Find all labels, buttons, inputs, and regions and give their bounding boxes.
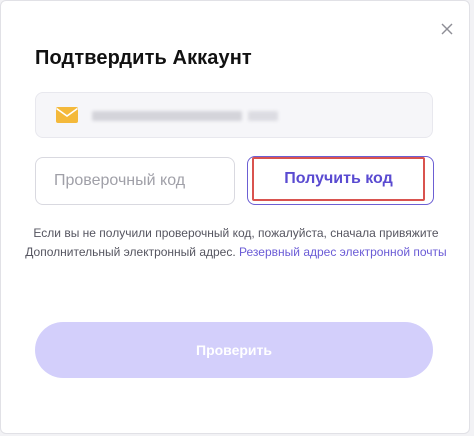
close-button[interactable] [438, 20, 456, 38]
get-code-button[interactable]: Получить код [247, 156, 434, 205]
get-code-button-label: Получить код [252, 157, 425, 201]
backup-email-link[interactable]: Резервный адрес электронной почты [239, 245, 447, 259]
dialog-title: Подтвердить Аккаунт [35, 47, 252, 69]
verification-code-input[interactable] [35, 157, 235, 205]
help-text-block: Если вы не получили проверочный код, пож… [25, 224, 447, 262]
close-icon [441, 23, 453, 35]
masked-email-value [92, 111, 242, 121]
verify-account-dialog: Подтвердить Аккаунт Получить код Если вы… [0, 0, 470, 434]
verify-button[interactable]: Проверить [35, 322, 433, 378]
mail-icon [56, 106, 78, 124]
masked-email-value-part [248, 111, 278, 121]
email-field [35, 92, 433, 138]
